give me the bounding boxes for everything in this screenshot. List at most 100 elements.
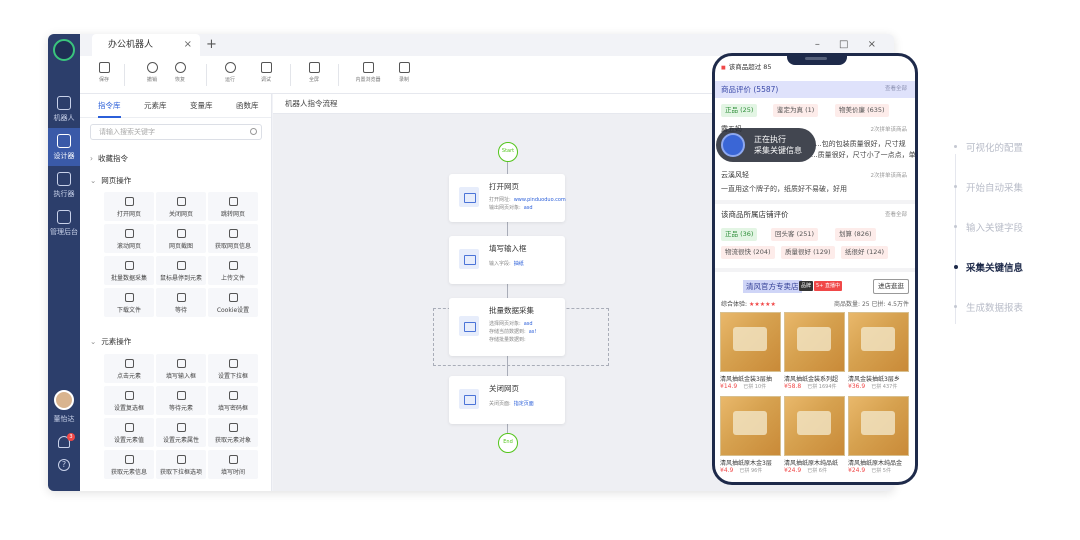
product-card[interactable]: 清风抽纸金装系列超 ¥58.8 已拼 1694件	[784, 312, 845, 390]
node-fill-input[interactable]: 填写输入框 输入字段: 抽纸	[449, 236, 565, 284]
toolbar-label: 保存	[98, 77, 109, 83]
product-card[interactable]: 清风抽纸原木金3层 ¥4.9 已拼 96件	[720, 396, 781, 474]
cmd-set-element-attr[interactable]: 设置元素属性	[156, 418, 206, 447]
cmd-wait-element[interactable]: 等待元素	[156, 386, 206, 415]
cmd-open-page[interactable]: 打开网页	[104, 192, 154, 221]
review-chip[interactable]: 鉴定为真 (1)	[773, 104, 819, 117]
store-chip[interactable]: 纸很好 (124)	[841, 246, 889, 259]
store-chip[interactable]: 划算 (826)	[835, 228, 876, 241]
review-chip[interactable]: 正品 (25)	[721, 104, 758, 117]
help-icon[interactable]: ?	[58, 459, 70, 471]
review-meta: 2次拼单该商品	[870, 173, 908, 179]
node-title: 关闭网页	[489, 384, 519, 393]
cmd-label: 鼠标悬停到元素	[159, 275, 202, 282]
product-image	[784, 312, 845, 372]
tab-functions[interactable]: 函数库	[236, 94, 259, 118]
store-chip[interactable]: 正品 (36)	[721, 228, 758, 241]
cmd-get-page-info[interactable]: 获取网页信息	[208, 224, 258, 253]
cmd-set-checkbox[interactable]: 设置复选框	[104, 386, 154, 415]
debug-button[interactable]: 调试	[254, 62, 278, 83]
run-button[interactable]: 运行	[218, 62, 242, 83]
review-chip[interactable]: 物美价廉 (635)	[835, 104, 889, 117]
product-name: 清风抽纸金装3层抽	[720, 376, 772, 383]
product-card[interactable]: 清风抽纸原木纯品纸 ¥24.9 已拼 6件	[784, 396, 845, 474]
product-image	[848, 396, 909, 456]
cmd-get-dropdown-options[interactable]: 获取下拉框选项	[156, 450, 206, 479]
fullscreen-button[interactable]: 全屏	[302, 62, 326, 83]
cmd-upload-file[interactable]: 上传文件	[208, 256, 258, 285]
redo-button[interactable]: 恢复	[168, 62, 192, 83]
tab-elements[interactable]: 元素库	[144, 94, 167, 118]
rail-item-executor[interactable]: 执行器	[48, 166, 80, 204]
cmd-download-file[interactable]: 下载文件	[104, 288, 154, 317]
cmd-label: 获取元素信息	[110, 469, 147, 476]
reviews-header: 商品评价 (5587) 查看全部	[715, 81, 915, 98]
param-key: 存储当前数据到:	[489, 329, 526, 335]
undo-icon	[146, 62, 158, 73]
cmd-label: 关闭网页	[168, 211, 193, 218]
node-close-page[interactable]: 关闭网页 关闭页面: 指定页面	[449, 376, 565, 424]
cmd-fill-input[interactable]: 填写输入框	[156, 354, 206, 383]
cmd-get-element-object[interactable]: 获取元素对象	[208, 418, 258, 447]
shop-name[interactable]: 清风官方专卖店	[743, 280, 802, 293]
cmd-close-page[interactable]: 关闭网页	[156, 192, 206, 221]
tab-variables[interactable]: 变量库	[190, 94, 213, 118]
end-node[interactable]: End	[498, 433, 518, 453]
section-element[interactable]: 元素操作	[90, 336, 131, 347]
cmd-batch-collect[interactable]: 批量数据采集	[104, 256, 154, 285]
cmd-mouse-hover[interactable]: 鼠标悬停到元素	[156, 256, 206, 285]
cmd-fill-password[interactable]: 填写密码框	[208, 386, 258, 415]
cmd-set-element-value[interactable]: 设置元素值	[104, 418, 154, 447]
section-web[interactable]: 网页操作	[90, 175, 131, 186]
cmd-label: 设置元素属性	[162, 437, 199, 444]
cmd-jump-page[interactable]: 跳转网页	[208, 192, 258, 221]
product-price: ¥4.9	[720, 467, 734, 474]
node-open-page[interactable]: 打开网页 打开网址: www.pinduoduo.com 输出网页对象: asd	[449, 174, 566, 222]
cmd-label: 跳转网页	[220, 211, 245, 218]
enter-shop-button[interactable]: 进店逛逛	[873, 279, 909, 294]
tab-commands[interactable]: 指令库	[98, 94, 121, 118]
product-card[interactable]: 清风抽纸原木纯品金 ¥24.9 已拼 5件	[848, 396, 909, 474]
store-chip[interactable]: 质量很好 (129)	[781, 246, 835, 259]
tab-title: 办公机器人	[108, 40, 154, 50]
toolbar-label: 调试	[260, 77, 271, 83]
phone-top-notice: 该商品超过 85	[721, 61, 772, 71]
reviews-more-link[interactable]: 查看全部	[885, 81, 907, 98]
cmd-click-element[interactable]: 点击元素	[104, 354, 154, 383]
rail-item-label: 执行器	[53, 190, 75, 198]
section-favorites[interactable]: 收藏指令	[90, 153, 128, 164]
record-button[interactable]: 录制	[392, 62, 416, 83]
avatar[interactable]	[54, 390, 74, 410]
open-page-icon	[124, 197, 134, 206]
cmd-screenshot[interactable]: 网页截图	[156, 224, 206, 253]
search-icon[interactable]	[250, 128, 257, 135]
notification-badge: 3	[67, 433, 75, 441]
download-icon	[124, 293, 134, 302]
rail-item-robot[interactable]: 机器人	[48, 90, 80, 128]
tab-office-robot[interactable]: 办公机器人 ×	[92, 34, 200, 56]
rail-item-admin[interactable]: 管理后台	[48, 204, 80, 242]
cmd-cookie[interactable]: Cookie设置	[208, 288, 258, 317]
product-sold: 已拼 96件	[739, 468, 763, 474]
start-node[interactable]: Start	[498, 142, 518, 162]
cmd-fill-time[interactable]: 填写时间	[208, 450, 258, 479]
store-chip[interactable]: 回头客 (251)	[771, 228, 819, 241]
node-param: 关闭页面: 指定页面	[489, 400, 534, 407]
product-card[interactable]: 清风抽纸金装3层抽 ¥14.9 已拼 10件	[720, 312, 781, 390]
cmd-set-dropdown[interactable]: 设置下拉框	[208, 354, 258, 383]
close-icon[interactable]: ×	[184, 34, 192, 56]
store-chip[interactable]: 物流很快 (204)	[721, 246, 775, 259]
browser-button[interactable]: 内置浏览器	[350, 62, 386, 83]
undo-button[interactable]: 撤销	[140, 62, 164, 83]
cmd-wait[interactable]: 等待	[156, 288, 206, 317]
cmd-scroll-page[interactable]: 滚动网页	[104, 224, 154, 253]
toolbar-divider	[338, 64, 339, 86]
search-input[interactable]: 请输入搜索关键字	[90, 124, 262, 140]
product-card[interactable]: 清风金装抽纸3层乡 ¥36.9 已拼 437件	[848, 312, 909, 390]
add-tab-button[interactable]: +	[206, 34, 217, 56]
cmd-get-element-info[interactable]: 获取元素信息	[104, 450, 154, 479]
rail-item-designer[interactable]: 设计器	[48, 128, 80, 166]
node-batch-collect[interactable]: 批量数据采集 选择网页对象: asd 存储当前数据到: as! 存储批量数据到:	[449, 298, 565, 356]
store-reviews-more-link[interactable]: 查看全部	[885, 207, 907, 223]
save-button[interactable]: 保存	[92, 62, 116, 83]
